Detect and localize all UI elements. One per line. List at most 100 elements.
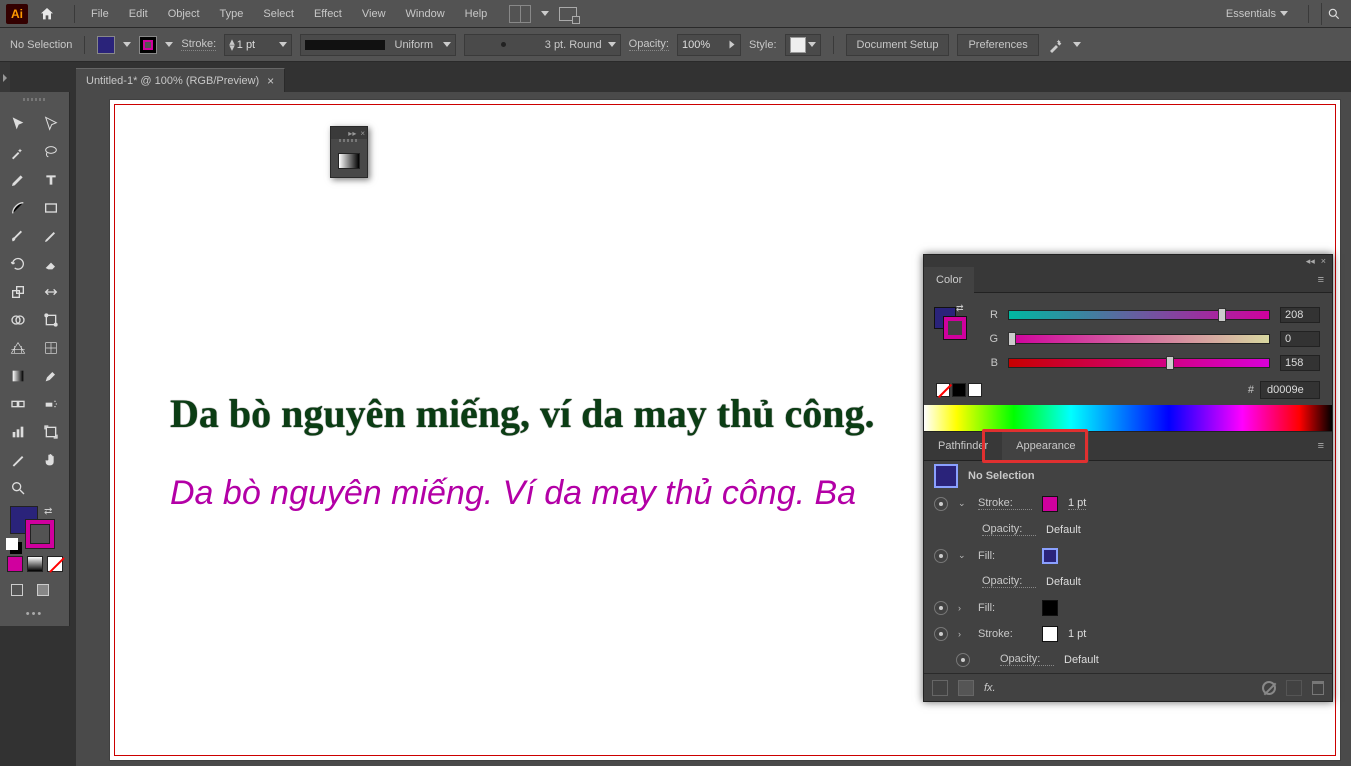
chevron-right-icon[interactable]: › [958, 603, 968, 613]
chevron-down-icon[interactable] [541, 11, 549, 16]
align-to-icon[interactable] [1047, 36, 1065, 54]
stroke-weight-field[interactable]: ▴▾ [224, 34, 292, 56]
workspace-switcher[interactable]: Essentials [1218, 4, 1296, 24]
edit-toolbar-icon[interactable]: ••• [4, 604, 65, 620]
color-mode-gradient[interactable] [27, 556, 43, 572]
slider-r-track[interactable] [1008, 310, 1270, 320]
pen-tool[interactable] [4, 168, 32, 192]
visibility-toggle-icon[interactable] [934, 627, 948, 641]
slider-b-track[interactable] [1008, 358, 1270, 368]
color-mode-solid[interactable] [7, 556, 23, 572]
column-graph-tool[interactable] [4, 420, 32, 444]
clear-appearance-icon[interactable] [1262, 681, 1276, 695]
add-new-fill-icon[interactable] [958, 680, 974, 696]
scale-tool[interactable] [4, 280, 32, 304]
opacity-label[interactable]: Opacity: [982, 523, 1036, 536]
duplicate-item-icon[interactable] [1286, 680, 1302, 696]
paintbrush-tool[interactable] [4, 224, 32, 248]
fill-color-swatch[interactable] [1042, 548, 1058, 564]
slider-thumb[interactable] [1218, 308, 1226, 322]
gpu-preview-icon[interactable] [559, 7, 577, 21]
panel-dock-strip[interactable]: ◂◂ × [924, 255, 1332, 267]
brush-definition[interactable]: 3 pt. Round [464, 34, 621, 56]
opacity-input[interactable] [682, 39, 722, 51]
document-tab[interactable]: Untitled-1* @ 100% (RGB/Preview) × [76, 68, 285, 92]
stroke-weight-value[interactable]: 1 pt [1068, 497, 1086, 510]
appearance-row-opacity[interactable]: Opacity: Default [924, 647, 1332, 673]
visibility-toggle-icon[interactable] [934, 549, 948, 563]
slice-tool[interactable] [4, 448, 32, 472]
fill-color-swatch[interactable] [1042, 600, 1058, 616]
panel-menu-icon[interactable]: ≡ [1310, 274, 1332, 286]
eraser-tool[interactable] [37, 252, 65, 276]
zoom-tool[interactable] [4, 476, 32, 500]
appearance-stroke-label[interactable]: Stroke: [978, 497, 1032, 510]
menu-file[interactable]: File [83, 4, 117, 24]
magic-wand-tool[interactable] [4, 140, 32, 164]
chevron-right-icon[interactable] [730, 41, 735, 49]
menu-help[interactable]: Help [457, 4, 496, 24]
opacity-field[interactable] [677, 34, 741, 56]
menu-window[interactable]: Window [398, 4, 453, 24]
visibility-toggle-icon[interactable] [956, 653, 970, 667]
appearance-row-fill[interactable]: ⌄ Fill: [924, 543, 1332, 569]
document-setup-button[interactable]: Document Setup [846, 34, 950, 56]
line-tool[interactable] [4, 196, 32, 220]
close-icon[interactable]: × [360, 129, 365, 138]
shape-builder-tool[interactable] [4, 308, 32, 332]
text-object-1[interactable]: Da bò nguyên miếng, ví da may thủ công. [170, 390, 875, 437]
color-fillstroke[interactable]: ⇄ [934, 307, 968, 341]
chevron-down-icon[interactable]: ⌄ [958, 498, 968, 509]
opacity-label[interactable]: Opacity: [1000, 653, 1054, 666]
default-colors-icon[interactable] [6, 538, 18, 550]
pencil-tool[interactable] [37, 224, 65, 248]
chevron-down-icon[interactable] [279, 42, 287, 47]
opacity-label[interactable]: Opacity: [982, 575, 1036, 588]
stroke-color-swatch[interactable] [1042, 496, 1058, 512]
app-logo[interactable]: Ai [6, 4, 28, 24]
chevron-down-icon[interactable] [123, 42, 131, 47]
mesh-tool[interactable] [37, 336, 65, 360]
stroke-color-swatch[interactable] [26, 520, 54, 548]
opacity-label[interactable]: Opacity: [629, 38, 669, 51]
appearance-stroke-label[interactable]: Stroke: [978, 628, 1032, 640]
swap-fill-stroke-icon[interactable]: ⇄ [956, 303, 964, 314]
rectangle-tool[interactable] [37, 196, 65, 220]
preferences-button[interactable]: Preferences [957, 34, 1038, 56]
direct-selection-tool[interactable] [37, 112, 65, 136]
artboard-tool[interactable] [37, 420, 65, 444]
eyedropper-tool[interactable] [37, 364, 65, 388]
menu-select[interactable]: Select [255, 4, 302, 24]
menu-view[interactable]: View [354, 4, 394, 24]
tab-appearance[interactable]: Appearance [1002, 431, 1089, 461]
stroke-color-swatch[interactable] [1042, 626, 1058, 642]
collapse-icon[interactable]: ◂◂ [1306, 256, 1315, 267]
text-object-2[interactable]: Da bò nguyên miếng. Ví da may thủ công. … [170, 474, 856, 513]
left-dock-expand[interactable] [0, 62, 10, 94]
stroke-swatch[interactable] [944, 317, 966, 339]
stroke-label[interactable]: Stroke: [181, 38, 216, 51]
black-swatch[interactable] [952, 383, 966, 397]
slider-thumb[interactable] [1008, 332, 1016, 346]
free-transform-tool[interactable] [37, 308, 65, 332]
fill-swatch[interactable] [97, 36, 115, 54]
selection-tool[interactable] [4, 112, 32, 136]
appearance-fill-label[interactable]: Fill: [978, 550, 1032, 562]
graphic-style[interactable] [785, 34, 821, 56]
tab-color[interactable]: Color [924, 267, 974, 293]
delete-item-icon[interactable] [1312, 681, 1324, 695]
color-spectrum[interactable] [924, 405, 1332, 431]
draw-normal-icon[interactable] [6, 580, 28, 600]
appearance-fill-label[interactable]: Fill: [978, 602, 1032, 614]
visibility-toggle-icon[interactable] [934, 497, 948, 511]
appearance-row-stroke2[interactable]: › Stroke: 1 pt [924, 621, 1332, 647]
search-icon[interactable] [1321, 3, 1345, 25]
slider-r-value[interactable]: 208 [1280, 307, 1320, 323]
stroke-profile[interactable]: Uniform [300, 34, 456, 56]
appearance-row-fill2[interactable]: › Fill: [924, 595, 1332, 621]
gradient-tool[interactable] [4, 364, 32, 388]
white-swatch[interactable] [968, 383, 982, 397]
slider-b-value[interactable]: 158 [1280, 355, 1320, 371]
change-screen-mode-icon[interactable] [32, 580, 54, 600]
menu-effect[interactable]: Effect [306, 4, 350, 24]
